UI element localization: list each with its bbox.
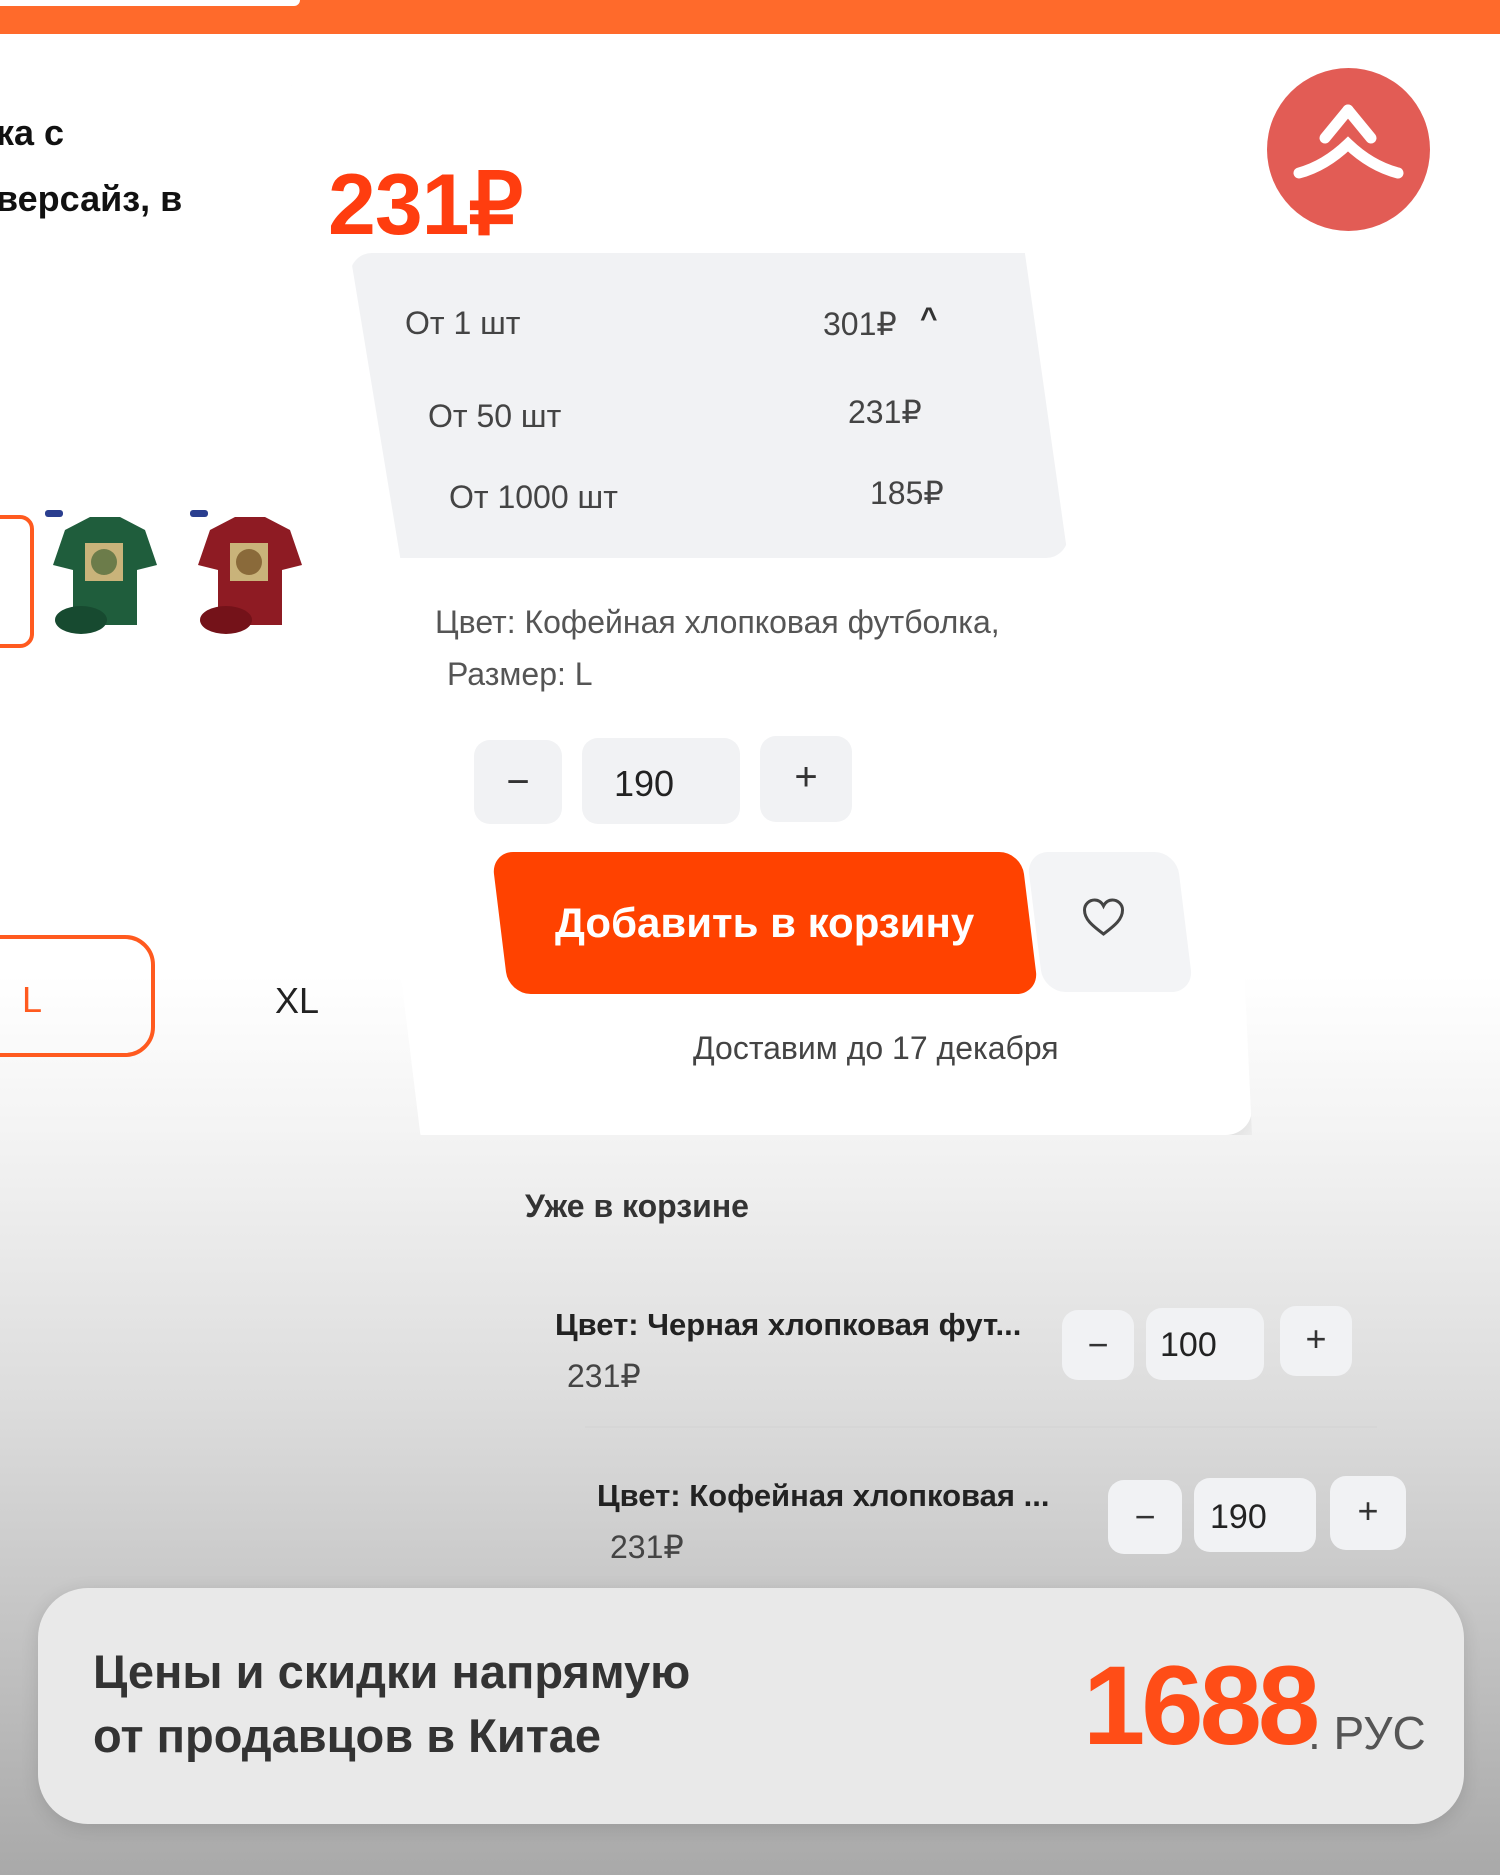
cart-divider [585,1426,1377,1428]
current-price: 231₽ [328,157,523,253]
tier-label: От 1 шт [405,305,521,341]
add-to-cart-button[interactable]: Добавить в корзину [491,852,1039,994]
cart-item-price: 231₽ [610,1529,684,1565]
product-title-line-2: версайз, в [0,178,183,219]
cart-item-increment-button[interactable]: + [1330,1476,1406,1550]
cart-item-name: Цвет: Черная хлопковая фут... [555,1307,1022,1342]
tier-label: От 1000 шт [449,479,618,515]
logo-badge [1267,68,1430,231]
delivery-date: Доставим до 17 декабря [693,1030,1059,1066]
thumbnail-selected[interactable] [0,515,34,648]
cart-item-price: 231₽ [567,1358,641,1394]
cart-item-decrement-button[interactable]: − [1062,1310,1134,1380]
variant-color: Цвет: Кофейная хлопковая футболка, [435,604,1000,640]
tier-label: От 50 шт [428,398,562,434]
chevron-up-icon[interactable]: ^ [920,302,938,336]
banner-line-2: от продавцов в Китае [93,1709,602,1762]
thumbnail-green-tshirt[interactable] [45,505,163,645]
cart-item-decrement-button[interactable]: − [1108,1480,1182,1554]
quantity-value: 190 [614,763,675,804]
tier-price: 185₽ [870,475,944,511]
product-title-line-1: ка с [0,112,65,153]
brand-logo-suffix: . РУС [1308,1707,1426,1759]
tshirt-image-green [45,510,157,634]
logo-icon [1293,104,1404,179]
quantity-increment-button[interactable]: + [760,736,852,822]
cart-item-name: Цвет: Кофейная хлопковая ... [597,1478,1050,1513]
in-cart-title: Уже в корзине [525,1188,749,1224]
banner-text: Цены и скидки напрямую от продавцов в Ки… [93,1640,690,1768]
size-option[interactable]: XL [275,980,319,1022]
variant-size: Размер: L [447,656,593,692]
tshirt-image-red [190,510,302,634]
tier-price: 231₽ [848,394,922,430]
quantity-decrement-button[interactable]: − [474,740,562,824]
brand-logo-number: 1688 [1083,1643,1320,1768]
heart-icon [1083,898,1125,936]
top-bar [0,0,1500,34]
quantity-input[interactable]: 190 [582,738,740,824]
add-to-cart-label: Добавить в корзину [555,899,975,946]
cart-item-quantity[interactable]: 190 [1194,1478,1316,1552]
banner-line-1: Цены и скидки напрямую [93,1645,691,1698]
top-bar-notch [0,0,300,6]
promo-banner: Цены и скидки напрямую от продавцов в Ки… [38,1588,1464,1824]
cart-item-quantity[interactable]: 100 [1146,1308,1264,1380]
size-label: L [22,979,43,1020]
tier-price: 301₽ [823,306,897,342]
cart-item-increment-button[interactable]: + [1280,1306,1352,1376]
cart-item-quantity-value: 190 [1210,1498,1267,1536]
thumbnail-red-tshirt[interactable] [190,505,308,645]
size-option-selected[interactable]: L [0,935,155,1057]
favorite-button[interactable] [1026,852,1194,992]
cart-item-quantity-value: 100 [1160,1326,1217,1364]
